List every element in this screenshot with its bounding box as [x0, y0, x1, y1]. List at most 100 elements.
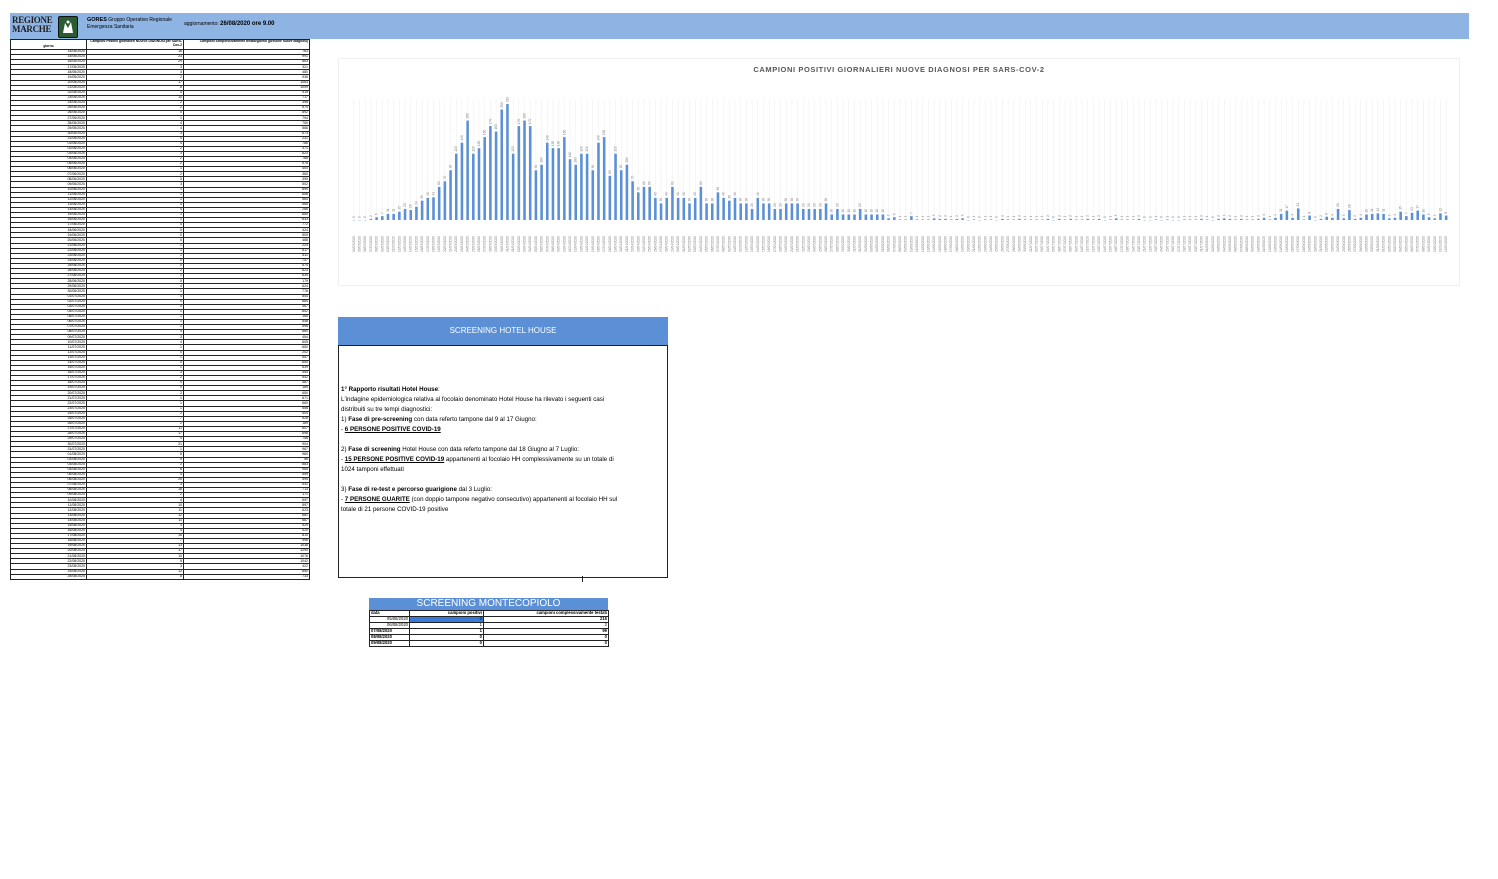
chart-bar: [955, 218, 959, 220]
x-tick-label: 07/04/2020: [545, 236, 549, 252]
x-tick-label: 09/07/2020: [1074, 236, 1078, 252]
bar-value-label: 2: [1046, 215, 1050, 217]
bar-value-label: 1: [983, 215, 987, 217]
x-tick-label: 23/03/2020: [460, 236, 464, 252]
x-tick-label: 17/07/2020: [1120, 236, 1124, 252]
bar-value-label: 1: [1023, 215, 1027, 217]
chart-bar: [545, 142, 549, 220]
x-tick-label: 01/05/2020: [682, 236, 686, 252]
bar-value-label: 30: [784, 198, 788, 202]
chart-bar: [722, 197, 725, 220]
bar-value-label: 1: [989, 215, 993, 217]
chart-bar: [511, 153, 515, 220]
cell-date[interactable]: 25/08/2020: [10, 573, 87, 580]
chart-bar: [540, 164, 543, 220]
x-tick-label: 26/04/2020: [653, 236, 657, 252]
bar-value-label: 7: [909, 212, 913, 214]
chart-bar: [1405, 216, 1408, 220]
x-tick-label: 05/03/2020: [358, 236, 362, 252]
bar-value-label: 150: [602, 130, 606, 136]
x-tick-label: 03/06/2020: [870, 236, 874, 252]
bar-value-label: 30: [761, 198, 765, 202]
x-tick-label: 04/08/2020: [1222, 236, 1226, 252]
x-tick-label: 28/08/2020: [1359, 236, 1363, 252]
bar-value-label: 2: [938, 215, 942, 217]
x-tick-label: 02/07/2020: [1035, 236, 1039, 252]
x-tick-label: 07/06/2020: [892, 236, 896, 252]
x-tick-label: 19/03/2020: [437, 236, 441, 252]
bar-value-label: 20: [403, 203, 407, 207]
chart-bar: [432, 197, 435, 220]
x-tick-label: 21/07/2020: [1143, 236, 1147, 252]
x-tick-label: 10/09/2020: [1433, 236, 1437, 252]
cell-tested[interactable]: 733: [183, 573, 310, 580]
bar-value-label: 1: [1120, 215, 1124, 217]
bar-value-label: 10: [870, 209, 874, 213]
x-tick-label: 27/04/2020: [659, 236, 663, 252]
x-tick-label: 28/05/2020: [835, 236, 839, 252]
x-tick-label: 20/07/2020: [1137, 236, 1141, 252]
chart-bar: [705, 203, 708, 220]
bar-value-label: 15: [1399, 206, 1403, 210]
chart-bar: [671, 186, 674, 220]
chart-bar: [921, 219, 925, 220]
x-tick-label: 05/05/2020: [705, 236, 709, 252]
chart-bar: [1120, 219, 1124, 220]
chart-bar: [517, 126, 521, 220]
x-tick-label: 20/04/2020: [619, 236, 623, 252]
chart-bar: [500, 109, 504, 220]
bar-value-label: 6: [1325, 213, 1329, 215]
bar-value-label: 12: [1376, 208, 1380, 212]
bar-value-label: 0: [1313, 216, 1317, 218]
x-tick-label: 16/08/2020: [1291, 236, 1295, 252]
mc-cell-positives[interactable]: 0: [409, 640, 484, 647]
x-tick-label: 16/06/2020: [944, 236, 948, 252]
x-tick-label: 12/08/2020: [1268, 236, 1272, 252]
bar-value-label: 20: [835, 203, 839, 207]
chart-bar: [1109, 219, 1112, 220]
x-tick-label: 02/05/2020: [688, 236, 692, 252]
x-tick-label: 04/04/2020: [528, 236, 532, 252]
chart-bar: [1382, 213, 1385, 220]
cell-positives[interactable]: 8: [86, 573, 184, 580]
bar-value-label: 0: [358, 216, 362, 218]
x-tick-label: 21/08/2020: [1319, 236, 1323, 252]
x-tick-label: 12/07/2020: [1091, 236, 1095, 252]
bar-value-label: 1: [1126, 215, 1130, 217]
bar-value-label: 60: [642, 181, 646, 185]
bar-value-label: 10: [1365, 209, 1369, 213]
bar-value-label: 24: [414, 201, 418, 205]
update-label: aggiornamento:: [184, 21, 219, 27]
x-tick-label: 27/08/2020: [1353, 236, 1357, 252]
chart-bar: [1018, 218, 1021, 220]
chart-bar: [1399, 211, 1402, 220]
update-value: 26/08/2020 ore 9.00: [220, 21, 275, 27]
bar-value-label: 4: [1330, 214, 1334, 216]
x-tick-label: 30/06/2020: [1023, 236, 1027, 252]
chart-bar: [767, 203, 771, 220]
chart-bar: [1080, 219, 1084, 220]
chart-bar: [1359, 217, 1363, 220]
logo-wordmark: REGIONE MARCHE: [12, 16, 53, 34]
chart-bar: [386, 213, 390, 220]
chart-bar: [1285, 210, 1289, 220]
x-tick-label: 23/05/2020: [807, 236, 811, 252]
bar-value-label: 1: [1205, 215, 1209, 217]
x-tick-label: 28/07/2020: [1182, 236, 1186, 252]
bar-value-label: 0: [1211, 216, 1215, 218]
bar-value-label: 0: [1052, 216, 1056, 218]
bar-value-label: 1: [1091, 215, 1095, 217]
mc-cell-tested[interactable]: 0: [483, 640, 609, 647]
x-tick-label: 31/07/2020: [1200, 236, 1204, 252]
mc-cell-date[interactable]: 09/08/2020: [369, 640, 410, 647]
bar-value-label: 3: [961, 214, 965, 216]
chart-bar: [443, 181, 447, 220]
x-tick-label: 12/06/2020: [921, 236, 925, 252]
bar-value-label: 2: [1239, 215, 1243, 217]
bar-value-label: 2: [1057, 215, 1061, 217]
chart-bar: [1342, 218, 1346, 220]
bar-value-label: 2: [1086, 215, 1090, 217]
bar-value-label: 20: [858, 203, 862, 207]
chart-bar: [1393, 217, 1397, 220]
x-tick-label: 29/03/2020: [494, 236, 498, 252]
